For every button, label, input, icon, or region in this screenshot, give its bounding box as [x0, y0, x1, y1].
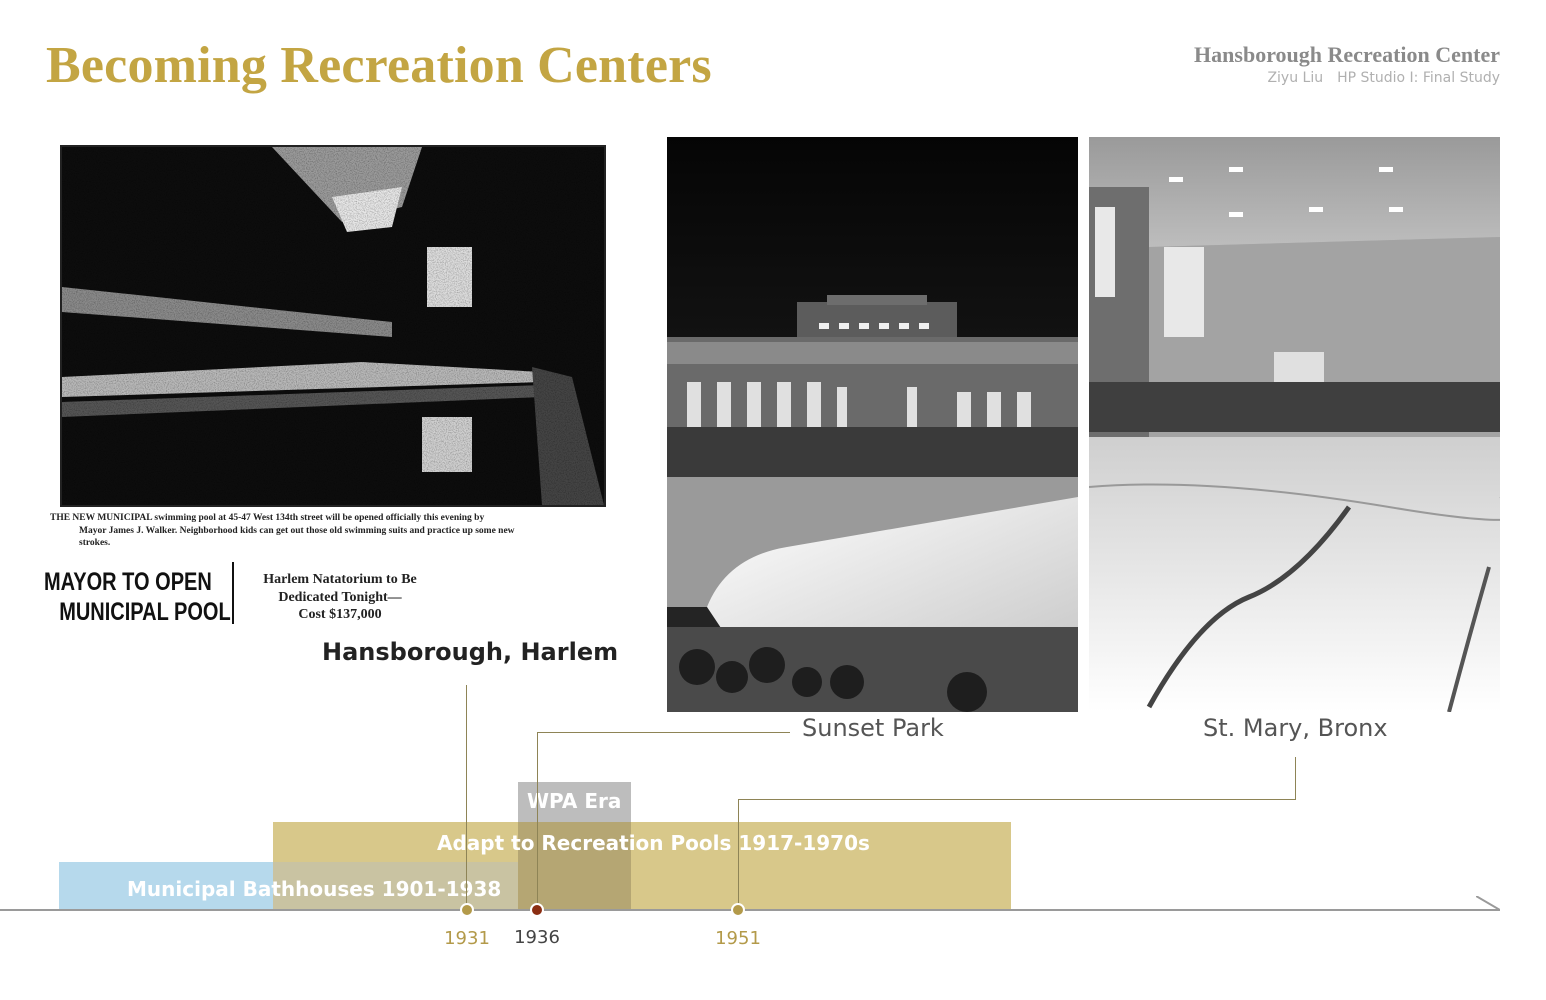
- clipping-subhead: Harlem Natatorium to Be Dedicated Tonigh…: [240, 571, 440, 624]
- axis-arrow-icon: [1476, 896, 1500, 911]
- subhead-line: Harlem Natatorium to Be: [263, 572, 417, 587]
- subhead-line: Cost $137,000: [298, 607, 382, 622]
- caption-line: strokes.: [79, 538, 111, 548]
- marker-1951: [731, 903, 745, 917]
- st-mary-label: St. Mary, Bronx: [1203, 714, 1388, 742]
- connector-1951-vertical: [738, 799, 739, 907]
- connector-1936-vertical: [537, 732, 538, 907]
- marker-1931: [460, 903, 474, 917]
- marker-1936: [530, 903, 544, 917]
- caption-line: THE NEW MUNICIPAL swimming pool at 45-47…: [50, 513, 485, 523]
- project-name: Hansborough Recreation Center: [1194, 42, 1500, 67]
- st-mary-photo: [1089, 137, 1500, 712]
- connector-1936-horizontal: [537, 732, 790, 733]
- page-title: Becoming Recreation Centers: [46, 37, 712, 94]
- subhead-line: Dedicated Tonight—: [278, 589, 402, 605]
- harlem-label: Hansborough, Harlem: [322, 638, 619, 666]
- headline-line: MAYOR TO OPEN: [44, 568, 212, 596]
- headline-line: MUNICIPAL POOL: [59, 598, 231, 626]
- connector-1931: [466, 685, 467, 907]
- year-1931: 1931: [444, 928, 490, 949]
- year-1936: 1936: [514, 927, 560, 948]
- headline-divider: [232, 562, 234, 624]
- wpa-era-label: WPA Era: [527, 789, 622, 813]
- project-credits: Ziyu Liu HP Studio I: Final Study: [1194, 70, 1500, 86]
- sunset-park-photo: [667, 137, 1078, 712]
- timeline-axis: [0, 909, 1500, 911]
- connector-1951-horizontal: [738, 799, 1296, 800]
- recreation-pools-label: Adapt to Recreation Pools 1917-1970s: [437, 831, 870, 855]
- sunset-park-label: Sunset Park: [802, 714, 944, 742]
- connector-1951-up: [1295, 757, 1296, 800]
- project-info: Hansborough Recreation Center Ziyu Liu HP…: [1194, 42, 1500, 86]
- clipping-caption: THE NEW MUNICIPAL swimming pool at 45-47…: [50, 512, 620, 550]
- municipal-bathhouses-label: Municipal Bathhouses 1901-1938: [127, 877, 502, 901]
- course-name: HP Studio I: Final Study: [1337, 70, 1500, 86]
- clipping-headline: MAYOR TO OPEN MUNICIPAL POOL: [44, 567, 231, 627]
- author-name: Ziyu Liu: [1267, 70, 1324, 86]
- caption-line: Mayor James J. Walker. Neighborhood kids…: [79, 525, 515, 536]
- newspaper-pool-photo: [60, 145, 606, 507]
- year-1951: 1951: [715, 928, 761, 949]
